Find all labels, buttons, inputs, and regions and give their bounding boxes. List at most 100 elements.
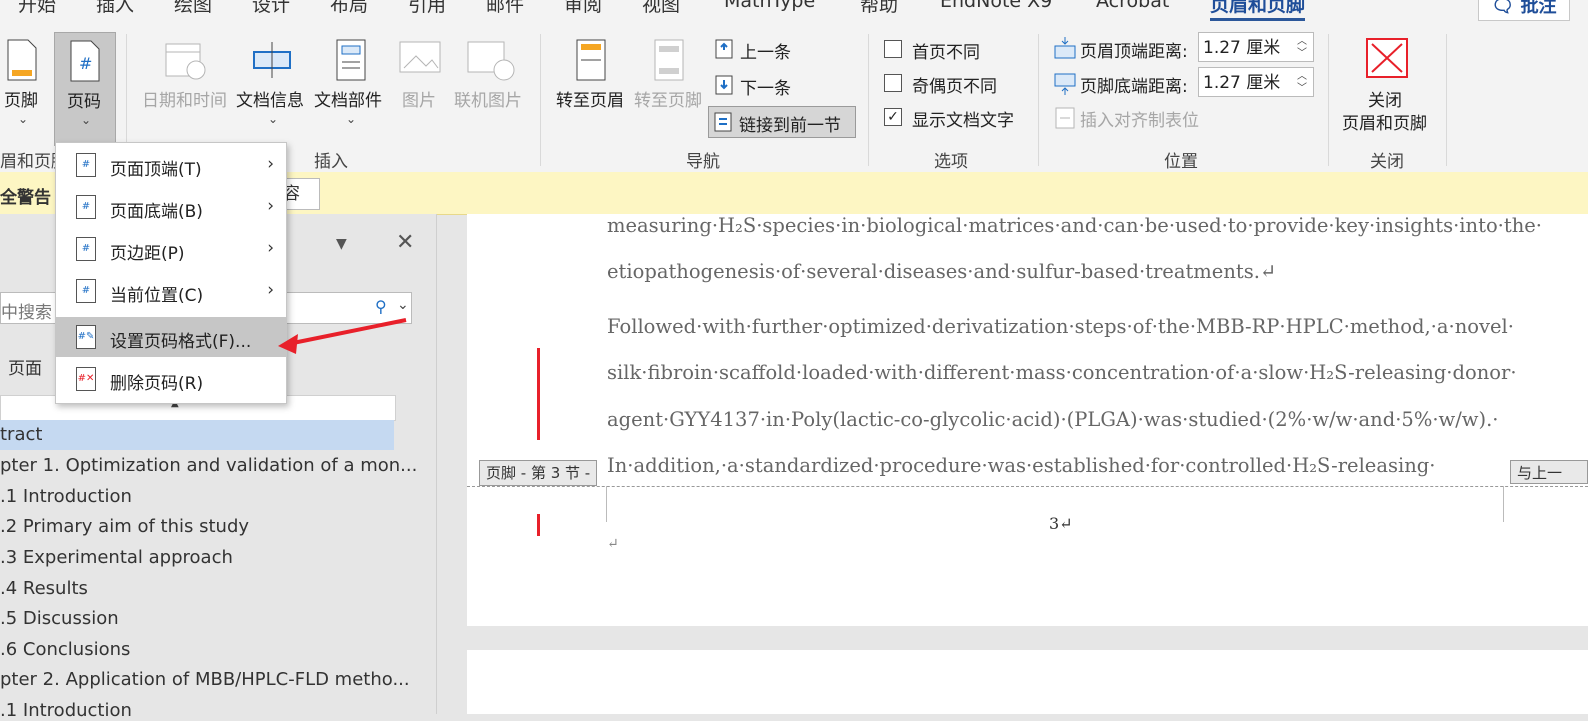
nav-item-discussion[interactable]: .5 Discussion: [0, 608, 119, 629]
footer-section-tag: 页脚 - 第 3 节 -: [479, 460, 598, 486]
tab-endnote[interactable]: EndNote X9: [940, 0, 1052, 12]
online-picture-label: 联机图片: [454, 91, 522, 111]
tab-design[interactable]: 设计: [252, 0, 290, 17]
footer-bottom-icon: [1054, 73, 1076, 95]
group-label-navigation: 导航: [686, 152, 720, 172]
remove-page-numbers-icon: #✕: [76, 367, 96, 391]
tab-references[interactable]: 引用: [408, 0, 446, 17]
online-picture-icon: [467, 41, 515, 81]
doc-info-button[interactable]: [250, 38, 296, 82]
group-label-close: 关闭: [1370, 152, 1404, 172]
menu-item-remove-page-numbers[interactable]: #✕ 删除页码(R): [56, 359, 286, 399]
goto-header-label: 转至页眉: [556, 91, 624, 111]
page-top-icon: #: [76, 153, 96, 177]
doc-parts-icon: [336, 39, 366, 81]
same-as-previous-tag: 与上一: [1510, 460, 1588, 484]
goto-header-icon: [576, 39, 606, 81]
spin-up-icon[interactable]: ︿: [1297, 37, 1307, 47]
page-number-field[interactable]: 3↵: [1049, 514, 1073, 533]
tab-pages[interactable]: 页面: [8, 354, 42, 379]
nav-item-primary-aim[interactable]: .2 Primary aim of this study: [0, 516, 249, 537]
menu-item-bottom-of-page[interactable]: # 页面底端(B) ›: [56, 187, 286, 227]
document-page[interactable]: measuring·H₂S·species·in·biological·matr…: [467, 214, 1588, 626]
different-odd-even-checkbox[interactable]: 奇偶页不同: [884, 72, 1024, 97]
footer-bottom-spinner[interactable]: 1.27 厘米 ︿ ﹀: [1198, 67, 1314, 97]
previous-button[interactable]: 上一条: [714, 36, 804, 63]
footer-button[interactable]: [4, 38, 38, 82]
next-button[interactable]: 下一条: [714, 72, 804, 99]
nav-item-abstract[interactable]: tract: [0, 424, 42, 445]
date-time-button: [162, 38, 210, 82]
comments-button[interactable]: 🗨 批注: [1478, 0, 1570, 21]
body-text-line: measuring·H₂S·species·in·biological·matr…: [607, 214, 1543, 237]
doc-parts-label: 文档部件: [314, 91, 382, 111]
tab-draw[interactable]: 绘图: [174, 0, 212, 17]
tab-review[interactable]: 审阅: [564, 0, 602, 17]
online-picture-button: [466, 40, 516, 82]
header-top-label: 页眉顶端距离:: [1080, 42, 1188, 62]
tab-mailings[interactable]: 邮件: [486, 0, 524, 17]
document-page-next[interactable]: [467, 650, 1588, 714]
tab-view[interactable]: 视图: [642, 0, 680, 17]
chevron-right-icon: ›: [267, 196, 274, 216]
ribbon-tab-bar: 开始 插入 绘图 设计 布局 引用 邮件 审阅 视图 MathType 帮助 E…: [0, 0, 1588, 28]
nav-selected-highlight: [0, 420, 394, 450]
tab-insert[interactable]: 插入: [96, 0, 134, 17]
revision-bar: [537, 514, 540, 536]
link-to-previous-button[interactable]: 链接到前一节: [708, 106, 856, 138]
nav-item-introduction[interactable]: .1 Introduction: [0, 486, 132, 507]
close-icon[interactable]: ✕: [396, 230, 414, 255]
nav-item-results[interactable]: .4 Results: [0, 578, 88, 599]
nav-item-chapter-2[interactable]: pter 2. Application of MBB/HPLC-FLD meth…: [0, 669, 410, 690]
tab-mathtype[interactable]: MathType: [724, 0, 815, 12]
footer-icon: [7, 39, 37, 81]
pane-options-icon[interactable]: ▼: [336, 236, 347, 252]
tab-help[interactable]: 帮助: [860, 0, 898, 17]
tab-home[interactable]: 开始: [18, 0, 56, 17]
page-number-button[interactable]: # 页码 ⌄: [54, 32, 116, 146]
spin-up-icon[interactable]: ︿: [1297, 72, 1307, 82]
close-label-2: 页眉和页脚: [1342, 114, 1427, 134]
doc-info-icon: [253, 42, 291, 78]
nav-item-conclusions[interactable]: .6 Conclusions: [0, 639, 130, 660]
link-icon: [714, 112, 732, 132]
annotation-arrow-icon: [278, 318, 407, 354]
group-label-options: 选项: [934, 152, 968, 172]
header-top-spinner[interactable]: 1.27 厘米 ︿ ﹀: [1198, 32, 1314, 62]
tab-acrobat[interactable]: Acrobat: [1096, 0, 1169, 12]
body-text-line: In·addition,·a·standardized·procedure·wa…: [607, 454, 1436, 477]
nav-item-chapter-1[interactable]: pter 1. Optimization and validation of a…: [0, 455, 417, 476]
group-separator: [1038, 34, 1039, 166]
nav-item-introduction-2[interactable]: .1 Introduction: [0, 700, 132, 721]
next-icon: [715, 75, 733, 95]
picture-button: [398, 40, 444, 82]
doc-parts-button[interactable]: [334, 38, 368, 82]
format-page-numbers-icon: #✎: [76, 325, 96, 349]
menu-item-format-page-numbers[interactable]: #✎ 设置页码格式(F)...: [56, 317, 286, 357]
show-document-text-checkbox[interactable]: ✓ 显示文档文字: [884, 106, 1034, 131]
margin-corner: [606, 486, 607, 522]
chevron-down-icon: ⌄: [18, 112, 29, 126]
body-text-line: agent·GYY4137·in·Poly(lactic-co-glycolic…: [607, 408, 1499, 431]
body-text-line: Followed·with·further·optimized·derivati…: [607, 315, 1514, 338]
goto-header-button[interactable]: [574, 38, 608, 82]
tab-layout[interactable]: 布局: [330, 0, 368, 17]
paragraph-mark: ↵: [607, 536, 619, 552]
menu-item-current-position[interactable]: # 当前位置(C) ›: [56, 271, 286, 311]
insert-alignment-tab-label: 插入对齐制表位: [1080, 111, 1199, 131]
chevron-down-icon: ⌄: [81, 113, 92, 127]
spin-down-icon[interactable]: ﹀: [1297, 49, 1307, 59]
page-number-icon: #: [70, 40, 100, 82]
close-header-footer-button[interactable]: [1366, 38, 1408, 78]
date-time-label: 日期和时间: [142, 91, 227, 111]
different-first-page-checkbox[interactable]: 首页不同: [884, 38, 1024, 63]
chevron-right-icon: ›: [267, 238, 274, 258]
tab-header-footer[interactable]: 页眉和页脚: [1210, 0, 1306, 21]
spin-down-icon[interactable]: ﹀: [1297, 84, 1307, 94]
checkbox-box: [884, 40, 902, 58]
checkbox-box: [884, 74, 902, 92]
nav-item-experimental-approach[interactable]: .3 Experimental approach: [0, 547, 233, 568]
doc-info-label: 文档信息: [236, 91, 304, 111]
menu-item-page-margins[interactable]: # 页边距(P) ›: [56, 229, 286, 269]
menu-item-top-of-page[interactable]: # 页面顶端(T) ›: [56, 145, 286, 185]
